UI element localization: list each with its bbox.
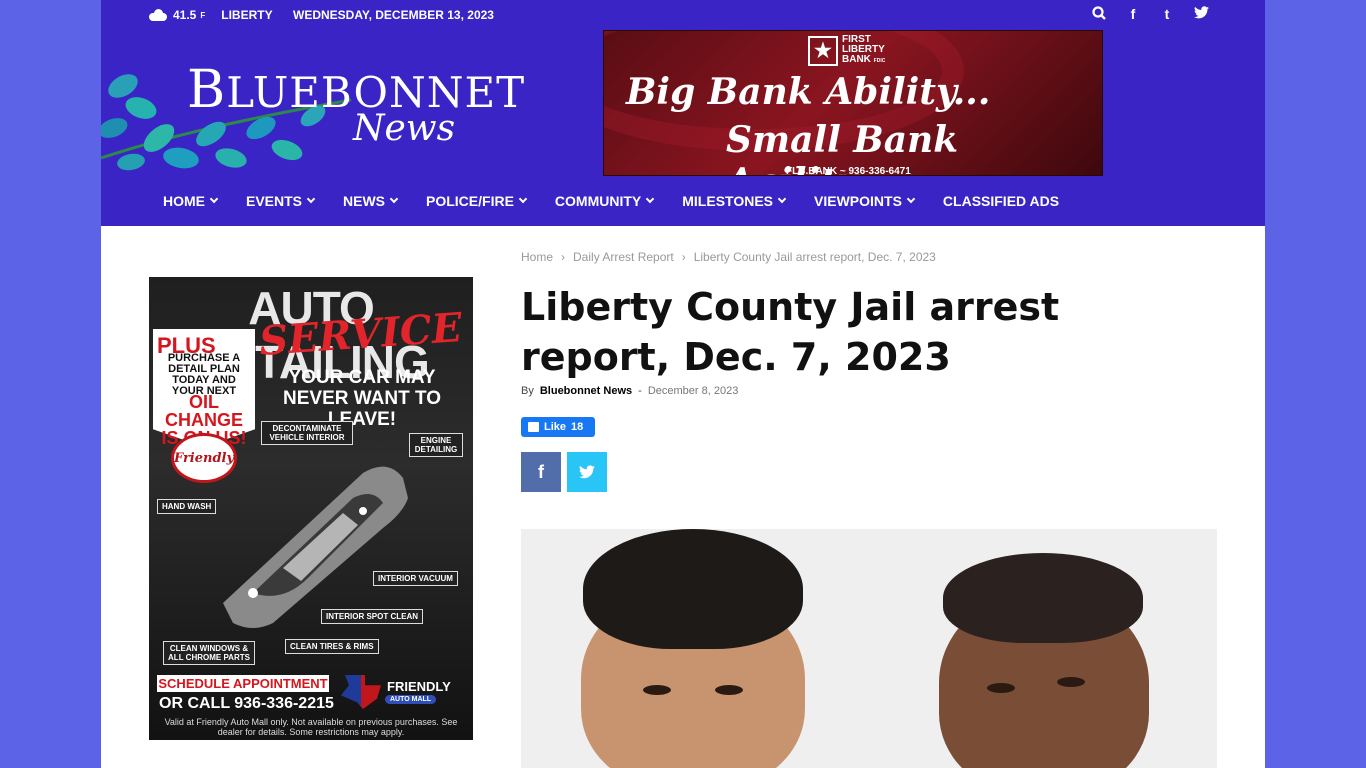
nav-item-viewpoints[interactable]: VIEWPOINTS: [814, 193, 916, 209]
like-label: Like: [544, 421, 567, 433]
weather-city: LIBERTY: [221, 8, 273, 22]
chevron-down-icon: [646, 194, 655, 204]
chevron-down-icon: [306, 194, 316, 204]
breadcrumb: Home › Daily Arrest Report › Liberty Cou…: [521, 250, 936, 264]
banner-url: FLB.BANK ~ 936-336-6471: [786, 166, 911, 176]
auto-detailing-ad[interactable]: AUTO DETAILING PLUS PURCHASE A DETAIL PL…: [149, 277, 473, 740]
main-nav: HOME EVENTS NEWS POLICE/FIRE COMMUNITY M…: [163, 176, 1088, 226]
breadcrumb-separator: ›: [561, 250, 566, 264]
star-icon: ★: [808, 35, 838, 66]
ad-fine-print: Valid at Friendly Auto Mall only. Not av…: [164, 717, 458, 737]
ad-call: OR CALL 936-336-2215: [159, 695, 334, 712]
thumbs-up-icon: [528, 422, 539, 432]
ad-plus-text: PURCHASE A DETAIL PLAN TODAY AND YOUR NE…: [167, 352, 241, 397]
logo-subtitle: News: [353, 108, 456, 149]
ad-schedule: SCHEDULE APPOINTMENT: [157, 675, 329, 692]
page: 41.5 F LIBERTY WEDNESDAY, DECEMBER 13, 20…: [101, 0, 1265, 768]
nav-item-community[interactable]: COMMUNITY: [555, 193, 655, 209]
facebook-icon: f: [538, 461, 544, 482]
car-graphic: [223, 466, 408, 628]
byline-dash: -: [638, 385, 642, 397]
nav-item-milestones[interactable]: MILESTONES: [682, 193, 787, 209]
facebook-icon[interactable]: f: [1125, 6, 1141, 22]
temperature: 41.5: [173, 8, 197, 22]
facebook-like-button[interactable]: Like 18: [521, 417, 595, 437]
article-featured-image: [521, 529, 1217, 768]
bank-logo: ★ FIRST LIBERTY BANK FDIC: [808, 35, 885, 66]
label-interior-spot: INTERIOR SPOT CLEAN: [321, 609, 424, 624]
label-hand-wash: HAND WASH: [157, 499, 217, 514]
weather-widget: 41.5 F LIBERTY: [149, 8, 273, 22]
breadcrumb-current: Liberty County Jail arrest report, Dec. …: [693, 250, 936, 264]
mugshot-right: [931, 553, 1161, 768]
chevron-down-icon: [906, 194, 916, 204]
breadcrumb-category[interactable]: Daily Arrest Report: [573, 250, 674, 264]
share-twitter-button[interactable]: [567, 452, 607, 492]
nav-item-events[interactable]: EVENTS: [246, 193, 316, 209]
tumblr-icon[interactable]: t: [1159, 6, 1175, 22]
chevron-down-icon: [518, 194, 528, 204]
top-icons: f t: [1091, 6, 1209, 22]
twitter-icon: [579, 465, 595, 479]
mugshot-left: [573, 529, 813, 768]
top-bar: 41.5 F LIBERTY WEDNESDAY, DECEMBER 13, 20…: [101, 0, 1265, 30]
breadcrumb-home[interactable]: Home: [521, 250, 553, 264]
nav-item-police-fire[interactable]: POLICE/FIRE: [426, 193, 528, 209]
banner-slogan-2: Small Bank Agility: [726, 119, 959, 175]
texas-flag-icon: [341, 675, 381, 709]
temperature-unit: F: [200, 10, 206, 20]
byline: By Bluebonnet News - December 8, 2023: [521, 385, 738, 397]
nav-item-classified-ads[interactable]: CLASSIFIED ADS: [943, 193, 1059, 209]
site-logo[interactable]: BLUEBONNET News: [101, 58, 524, 176]
friendly-auto-mall-logo: FRIENDLY AUTO MALL: [341, 673, 465, 713]
nav-item-home[interactable]: HOME: [163, 193, 219, 209]
cloud-icon: [149, 9, 167, 21]
label-engine-detailing: ENGINE DETAILING: [409, 433, 463, 457]
like-count: 18: [571, 421, 584, 433]
twitter-icon[interactable]: [1193, 6, 1209, 22]
byline-by: By: [521, 385, 534, 397]
label-decontaminate: DECONTAMINATE VEHICLE INTERIOR: [261, 421, 353, 445]
nav-item-news[interactable]: NEWS: [343, 193, 399, 209]
article-title: Liberty County Jail arrest report, Dec. …: [521, 285, 1060, 379]
label-windows: CLEAN WINDOWS & ALL CHROME PARTS: [163, 641, 255, 665]
chevron-down-icon: [777, 194, 787, 204]
chevron-down-icon: [389, 194, 399, 204]
banner-slogan-1: Big Bank Ability...: [626, 71, 991, 113]
author-link[interactable]: Bluebonnet News: [540, 385, 632, 397]
bank-banner-ad[interactable]: ★ FIRST LIBERTY BANK FDIC Big Bank Abili…: [603, 30, 1103, 176]
share-facebook-button[interactable]: f: [521, 452, 561, 492]
label-interior-vacuum: INTERIOR VACUUM: [373, 571, 458, 586]
search-icon[interactable]: [1091, 6, 1107, 22]
chevron-down-icon: [209, 194, 219, 204]
site-header: 41.5 F LIBERTY WEDNESDAY, DECEMBER 13, 20…: [101, 0, 1265, 226]
current-date: WEDNESDAY, DECEMBER 13, 2023: [293, 8, 494, 22]
label-tires: CLEAN TIRES & RIMS: [285, 639, 379, 654]
publish-date: December 8, 2023: [647, 385, 739, 397]
breadcrumb-separator: ›: [681, 250, 686, 264]
